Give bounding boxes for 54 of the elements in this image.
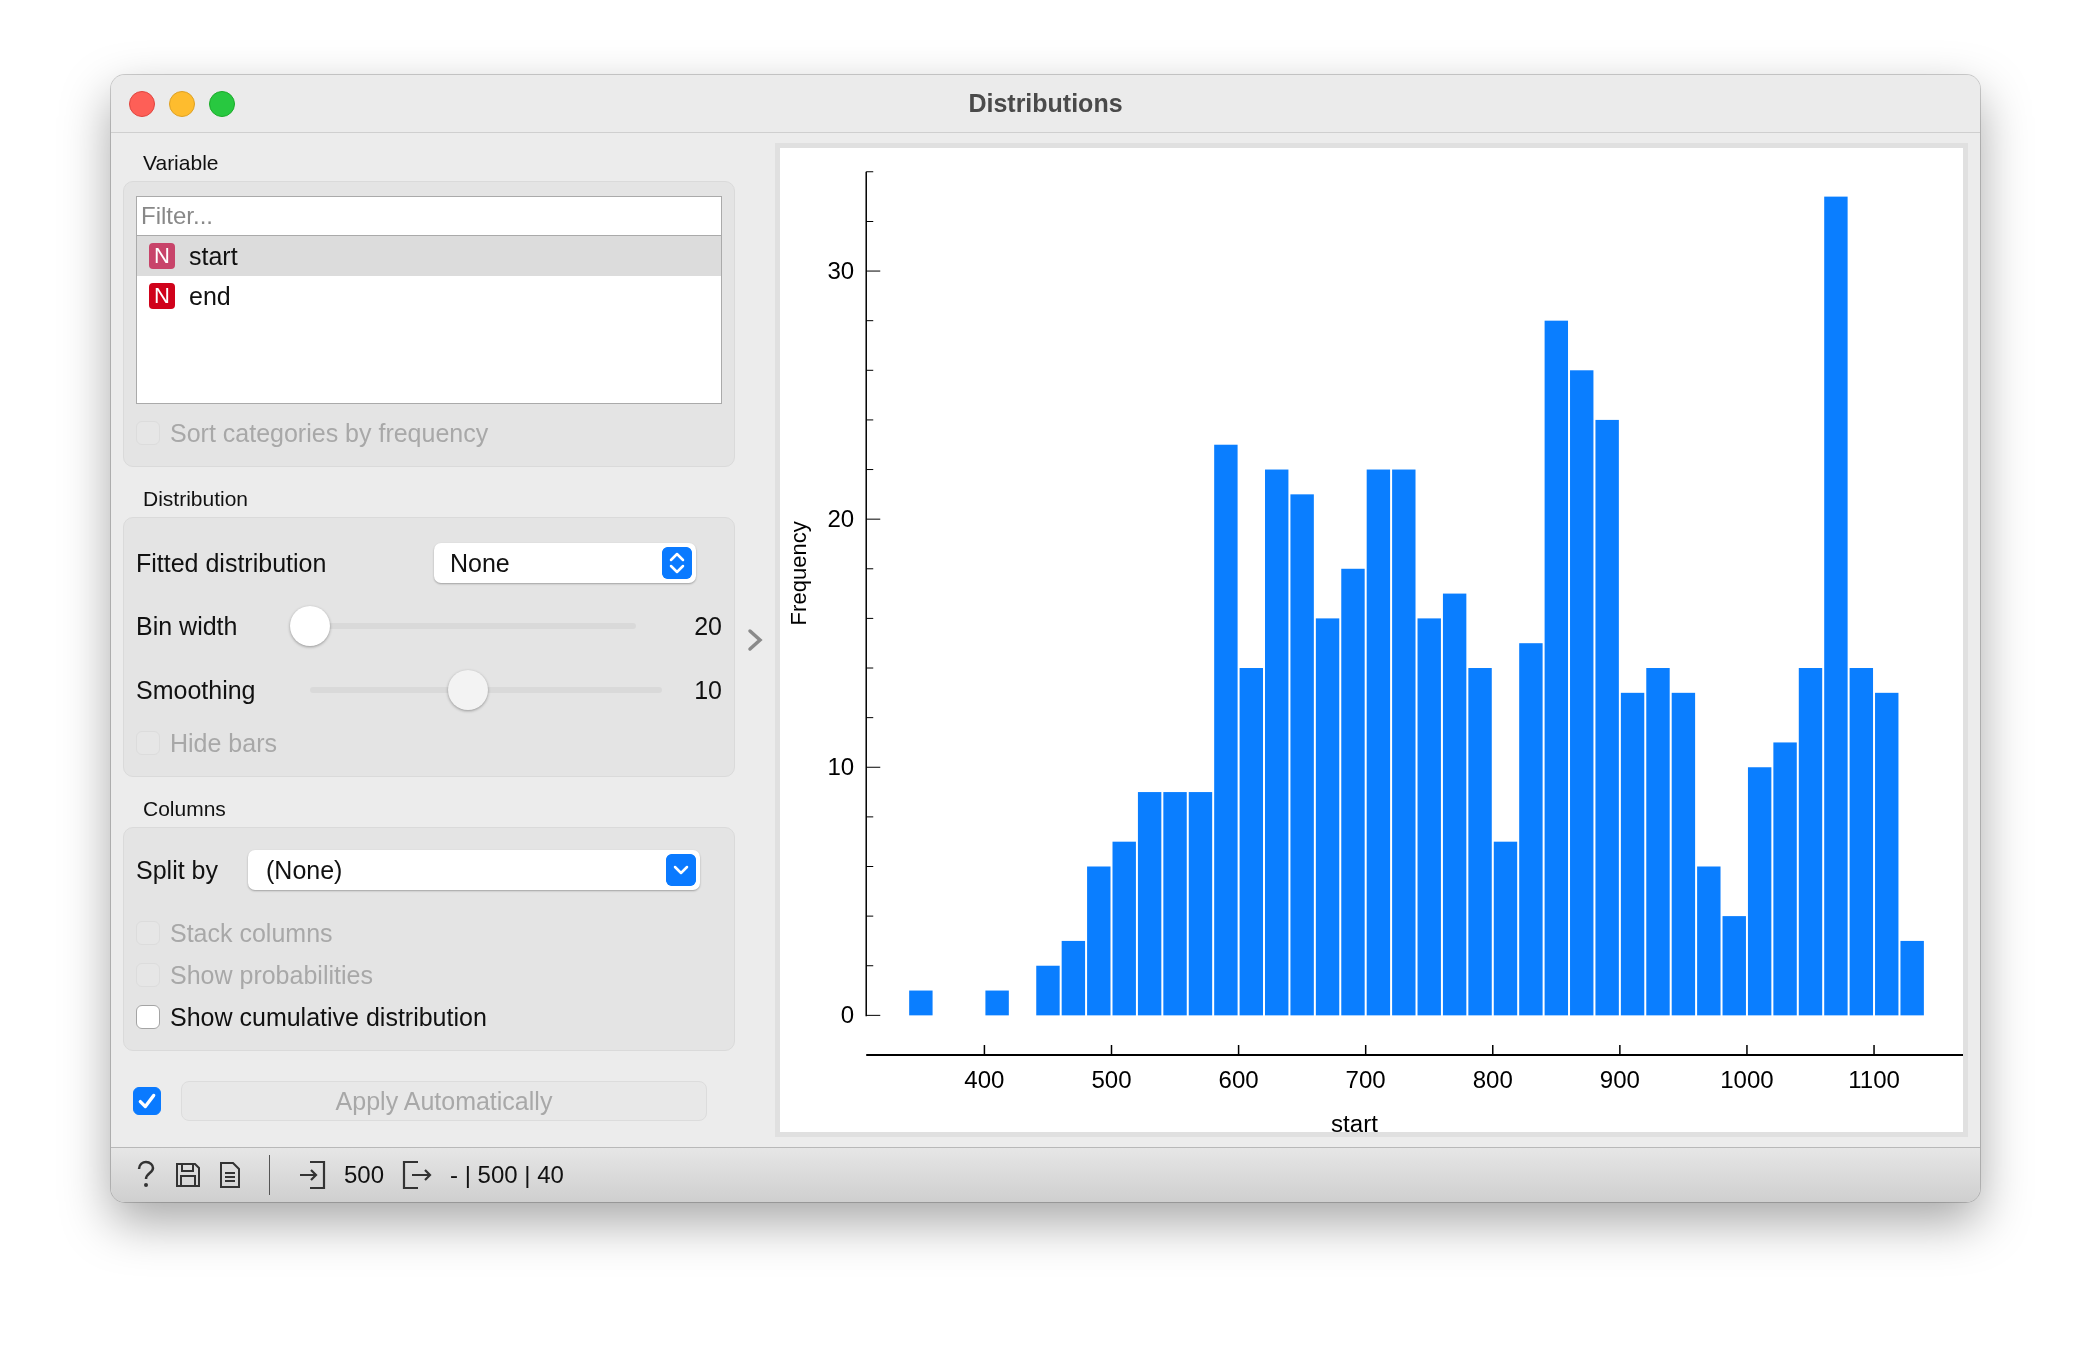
slider-thumb[interactable] <box>448 670 489 710</box>
y-axis-title: Frequency <box>786 521 812 626</box>
window-title: Distributions <box>968 89 1123 117</box>
x-tick-label: 700 <box>1345 1066 1386 1094</box>
x-tick-label: 600 <box>1218 1066 1259 1094</box>
x-axis-title: start <box>1331 1110 1378 1132</box>
checkmark-icon <box>137 1091 157 1111</box>
checkbox-label: Stack columns <box>170 918 333 948</box>
x-tick-label: 800 <box>1472 1066 1513 1094</box>
chevron-right-icon[interactable] <box>747 628 763 652</box>
y-tick-label: 20 <box>827 505 855 533</box>
minimize-button[interactable] <box>169 90 195 117</box>
checkbox-label: Sort categories by frequency <box>170 418 489 448</box>
field-label: Fitted distribution <box>136 548 328 578</box>
input-icon <box>298 1160 326 1190</box>
x-tick-label: 500 <box>1091 1066 1132 1094</box>
section-title: Variable <box>142 150 220 176</box>
x-tick-label: 1100 <box>1848 1066 1900 1094</box>
split-by-dropdown[interactable]: (None) <box>248 850 700 890</box>
chevron-down-icon <box>666 854 696 886</box>
slider-label: Bin width <box>136 611 239 641</box>
checkbox-label: Show cumulative distribution <box>170 1002 487 1032</box>
x-tick-label: 900 <box>1599 1066 1640 1094</box>
input-count: 500 <box>344 1161 385 1189</box>
maximize-button[interactable] <box>209 90 235 117</box>
checkbox[interactable] <box>136 1005 160 1029</box>
checkbox-label: Show probabilities <box>170 960 373 990</box>
y-tick-label: 30 <box>827 257 855 285</box>
numeric-type-badge: N <box>149 243 175 269</box>
output-icon <box>402 1160 433 1190</box>
slider-value: 10 <box>693 675 722 705</box>
slider-value: 20 <box>693 611 722 641</box>
x-tick-label: 400 <box>964 1066 1005 1094</box>
section-title: Distribution <box>142 486 250 512</box>
stepper-icon <box>662 547 692 579</box>
output-summary: - | 500 | 40 <box>450 1161 564 1189</box>
help-icon[interactable] <box>135 1160 157 1190</box>
x-tick-label: 1000 <box>1720 1066 1774 1094</box>
field-label: Split by <box>136 855 219 885</box>
y-tick-label: 0 <box>840 1001 855 1029</box>
histogram-bar <box>985 990 1009 1016</box>
checkbox-label: Hide bars <box>170 728 277 758</box>
slider-thumb[interactable] <box>290 606 330 646</box>
variable-item[interactable]: N start <box>137 236 721 276</box>
close-button[interactable] <box>129 90 155 117</box>
document-icon[interactable] <box>219 1161 241 1189</box>
slider-label: Smoothing <box>136 675 257 705</box>
section-title: Columns <box>142 796 227 822</box>
fitted-distribution-dropdown[interactable]: None <box>434 543 696 583</box>
numeric-type-badge: N <box>149 283 175 309</box>
y-tick-label: 10 <box>827 753 855 781</box>
save-icon[interactable] <box>175 1162 201 1188</box>
variable-item[interactable]: N end <box>137 276 721 316</box>
histogram-bar <box>909 990 933 1016</box>
